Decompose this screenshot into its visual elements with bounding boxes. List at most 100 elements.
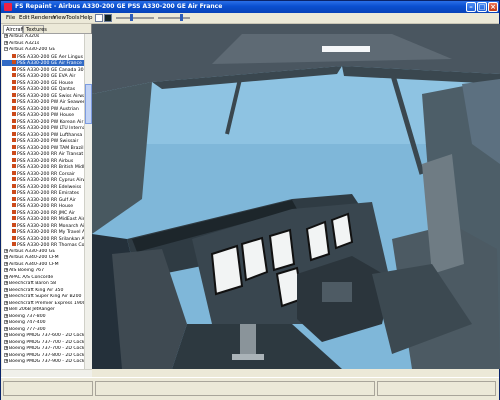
tree-item-row[interactable]: PSS A330-200 RR Airbus xyxy=(2,157,84,164)
menu-tools[interactable]: Tools xyxy=(66,15,80,21)
tree-item-row[interactable]: PSS A330-200 PW TAM Brazil xyxy=(2,144,84,151)
tree-scrollbar[interactable] xyxy=(84,34,92,369)
expand-icon[interactable]: + xyxy=(4,352,8,357)
close-icon[interactable]: × xyxy=(488,2,498,12)
tree-item-row[interactable]: PSS A330-200 RR MidEast Airlines xyxy=(2,216,84,222)
tree-item-row[interactable]: PSS A330-200 PW Lufthansa xyxy=(2,131,84,138)
collapse-icon[interactable]: − xyxy=(4,47,8,51)
expand-icon[interactable]: + xyxy=(4,281,8,285)
tab-aircraft[interactable]: Aircraft xyxy=(3,25,24,33)
tree-item-row[interactable]: PSS A330-200 GE Air France xyxy=(2,60,84,66)
tree-group-row[interactable]: +Beechcraft Baron 58 xyxy=(2,281,84,287)
light-slider[interactable] xyxy=(158,14,190,21)
menu-help[interactable]: Help xyxy=(80,15,93,21)
expand-icon[interactable]: + xyxy=(4,294,8,298)
expand-icon[interactable]: + xyxy=(4,346,8,350)
zoom-slider[interactable] xyxy=(116,14,154,21)
paint-icon xyxy=(12,79,16,84)
tree-group-row[interactable]: +Boeing PMDG 737-800 - 2D Cockpit Panel xyxy=(2,352,84,359)
tree-group-row[interactable]: +Boeing PMDG 737-700 - 2D Cockpit Panel xyxy=(2,339,84,346)
expand-icon[interactable]: + xyxy=(4,261,8,266)
tree-item-row[interactable]: PSS A330-200 GE Swiss Airways xyxy=(2,92,84,99)
menu-view[interactable]: View xyxy=(53,15,66,21)
expand-icon[interactable]: + xyxy=(4,326,8,331)
maximize-icon[interactable]: □ xyxy=(477,2,487,12)
expand-icon[interactable]: + xyxy=(4,248,8,253)
tree-item-row[interactable]: PSS A330-200 RR Gulf Air xyxy=(2,196,84,203)
tree-item-row[interactable]: PSS A330-200 PW Austrian xyxy=(2,105,84,112)
expand-icon[interactable]: + xyxy=(4,359,8,363)
tree-group-row[interactable]: +Boeing 777-300 xyxy=(2,326,84,333)
expand-icon[interactable]: + xyxy=(4,34,8,38)
tree-item-row[interactable]: PSS A330-200 GE House xyxy=(2,79,84,86)
tree-group-row[interactable]: +Boeing PMDG 737-700 - 2D Cockpit Panel xyxy=(2,346,84,352)
tree-item-row[interactable]: PSS A330-200 RR My Travel Airways xyxy=(2,229,84,235)
tree-item-row[interactable]: PSS A330-200 RR Thomas Cook xyxy=(2,242,84,248)
tree-item-row[interactable]: PSS A330-200 RR Corsair xyxy=(2,170,84,177)
tree-item-row[interactable]: PSS A330-200 GE EVA Air xyxy=(2,73,84,79)
tree-row-label: AIS Boeing 767 xyxy=(9,268,44,273)
expand-icon[interactable]: + xyxy=(4,287,8,292)
expand-icon[interactable]: + xyxy=(4,320,8,324)
expand-icon[interactable]: + xyxy=(4,274,8,279)
title-bar[interactable]: FS Repaint - Airbus A330-200 GE PSS A330… xyxy=(1,1,499,13)
expand-icon[interactable]: + xyxy=(4,307,8,311)
background-color-icon[interactable] xyxy=(104,14,112,22)
tree-item-row[interactable]: PSS A330-200 PW Korean Air xyxy=(2,118,84,125)
expand-icon[interactable]: + xyxy=(4,268,8,272)
tree-group-row[interactable]: +Airbus A340-300 CFM xyxy=(2,261,84,268)
tree-item-row[interactable]: PSS A330-200 GE Qantas xyxy=(2,86,84,92)
expand-icon[interactable]: + xyxy=(4,255,8,259)
tab-textures[interactable]: Textures xyxy=(23,25,47,33)
expand-icon[interactable]: + xyxy=(4,300,8,305)
tree-item-row[interactable]: PSS A330-200 RR Air Transat xyxy=(2,151,84,157)
tree-group-row[interactable]: +APAC A/S Concorde xyxy=(2,274,84,281)
tree-group-row[interactable]: +Beechcraft King Air 350 xyxy=(2,287,84,294)
tree-horizontal-scrollbar[interactable] xyxy=(2,369,92,377)
menu-file[interactable]: File xyxy=(6,15,15,21)
tree-item-row[interactable]: PSS A330-200 PW House xyxy=(2,112,84,118)
zoom-slider-knob[interactable] xyxy=(130,14,133,21)
tree-group-row[interactable]: +Airbus A340-200 CFM xyxy=(2,255,84,261)
aircraft-tree[interactable]: +Airbus A320s +Airbus A321s −Airbus A330-2… xyxy=(2,34,84,369)
tree-item-row[interactable]: PSS A330-200 RR Cyprus Airways xyxy=(2,177,84,183)
light-slider-knob[interactable] xyxy=(180,14,183,21)
tree-group-row[interactable]: +Bell 206B JetRanger xyxy=(2,307,84,313)
tree-item-row[interactable]: PSS A330-200 RR Emirates xyxy=(2,190,84,196)
tree-group-row[interactable]: +Airbus A320s xyxy=(2,34,84,40)
color-swatch-icon[interactable] xyxy=(95,14,103,22)
expand-icon[interactable]: + xyxy=(4,40,8,45)
tree-group-row[interactable]: +AIS Boeing 767 xyxy=(2,268,84,274)
menu-edit[interactable]: Edit xyxy=(19,15,30,21)
tree-item-row[interactable]: PSS A330-200 GE Canada 3000 xyxy=(2,66,84,73)
tree-group-row[interactable]: +Airbus A321s xyxy=(2,40,84,47)
tree-row-label: Airbus A330-300 GE xyxy=(9,248,56,254)
tree-item-row[interactable]: PSS A330-200 RR JMC Air xyxy=(2,209,84,216)
expand-icon[interactable]: + xyxy=(4,333,8,337)
tree-group-row[interactable]: −Airbus A330-200 GE xyxy=(2,47,84,53)
tree-item-row[interactable]: PSS A330-200 PW LTU International xyxy=(2,125,84,131)
tree-row-label: PSS A330-200 RR Edelweiss xyxy=(17,184,82,190)
tree-item-row[interactable]: PSS A330-200 PW Air Seaweeds xyxy=(2,99,84,105)
tree-item-row[interactable]: PSS A330-200 PW Swissair xyxy=(2,138,84,144)
tree-group-row[interactable]: +Beechcraft Super King Air B200 xyxy=(2,294,84,300)
tree-item-row[interactable]: PSS A330-200 RR Monarch Airlines xyxy=(2,222,84,229)
expand-icon[interactable]: + xyxy=(4,339,8,344)
tree-item-row[interactable]: PSS A330-200 RR Edelweiss xyxy=(2,183,84,190)
tree-item-row[interactable]: PSS A330-200 RR Srilankan Airlines xyxy=(2,235,84,242)
tree-group-row[interactable]: +Boeing 747-400 xyxy=(2,320,84,326)
tree-group-row[interactable]: +Beechcraft Premier Express 1900D 2D xyxy=(2,300,84,307)
tree-group-row[interactable]: +Airbus A330-300 GE xyxy=(2,248,84,255)
expand-icon[interactable]: + xyxy=(4,313,8,318)
tree-scrollbar-thumb[interactable] xyxy=(85,84,92,124)
tree-item-row[interactable]: PSS A330-200 RR House xyxy=(2,203,84,209)
tree-group-row[interactable]: +Boeing PMDG 737-900 - 2D Cockpit Panel xyxy=(2,359,84,365)
tree-row-label: PSS A330-200 GE EVA Air xyxy=(17,74,76,79)
tree-group-row[interactable]: +Boeing PMDG 737-600 - 2D Cockpit Panel xyxy=(2,333,84,339)
3d-viewport[interactable] xyxy=(92,24,500,369)
minimize-icon[interactable]: – xyxy=(466,2,476,12)
tree-row-label: Boeing PMDG 737-800 - 2D Cockpit Panel xyxy=(9,352,84,358)
tree-item-row[interactable]: PSS A330-200 GE Aer Lingus xyxy=(2,53,84,60)
tree-group-row[interactable]: +Boeing 737-800 xyxy=(2,313,84,320)
tree-item-row[interactable]: PSS A330-200 RR British Midland xyxy=(2,164,84,170)
